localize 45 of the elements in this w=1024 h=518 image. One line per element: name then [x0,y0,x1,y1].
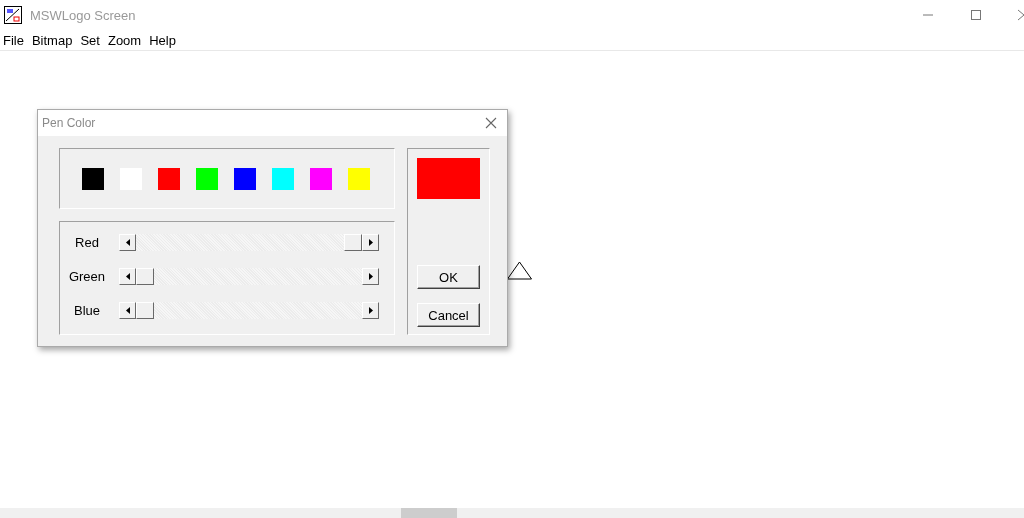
scroll-left-button[interactable] [119,268,136,285]
scroll-right-button[interactable] [362,302,379,319]
close-icon[interactable] [485,117,497,129]
color-swatch[interactable] [234,167,256,190]
left-arrow-icon [125,307,130,314]
right-arrow-icon [368,307,373,314]
app-icon [4,6,22,24]
left-arrow-icon [125,273,130,280]
slider-thumb[interactable] [344,234,362,251]
color-slider[interactable] [136,268,362,285]
horizontal-scrollbar[interactable] [0,508,1024,518]
slider-label: Blue [73,303,101,318]
scrollbar-thumb[interactable] [401,508,457,518]
slider-thumb[interactable] [136,268,154,285]
right-arrow-icon [368,273,373,280]
right-arrow-icon [368,239,373,246]
color-swatch[interactable] [82,167,104,190]
color-preview [417,158,480,199]
color-swatch[interactable] [310,167,332,190]
color-swatch[interactable] [348,167,370,190]
window-title: MSWLogo Screen [30,7,137,23]
ok-button[interactable]: OK [417,265,480,289]
color-swatch[interactable] [158,167,180,190]
color-swatch[interactable] [196,167,218,190]
menu-item[interactable]: Set [77,32,104,48]
menu-item[interactable]: Zoom [104,32,146,48]
color-swatch[interactable] [272,167,294,190]
scroll-left-button[interactable] [119,302,136,319]
menu-item[interactable]: Bitmap [28,32,77,48]
close-icon[interactable] [1018,9,1024,21]
menu-item[interactable]: File [0,32,28,48]
slider-label: Red [74,235,100,250]
dialog-title: Pen Color [42,116,96,130]
turtle-icon [506,261,533,280]
slider-thumb[interactable] [136,302,154,319]
menu-item[interactable]: Help [146,32,180,48]
scroll-right-button[interactable] [362,268,379,285]
left-arrow-icon [125,239,130,246]
color-slider[interactable] [136,302,362,319]
scroll-left-button[interactable] [119,234,136,251]
slider-label: Green [67,269,107,284]
scroll-right-button[interactable] [362,234,379,251]
color-slider[interactable] [136,234,362,251]
cancel-button[interactable]: Cancel [417,303,480,327]
maximize-icon[interactable] [970,9,982,21]
